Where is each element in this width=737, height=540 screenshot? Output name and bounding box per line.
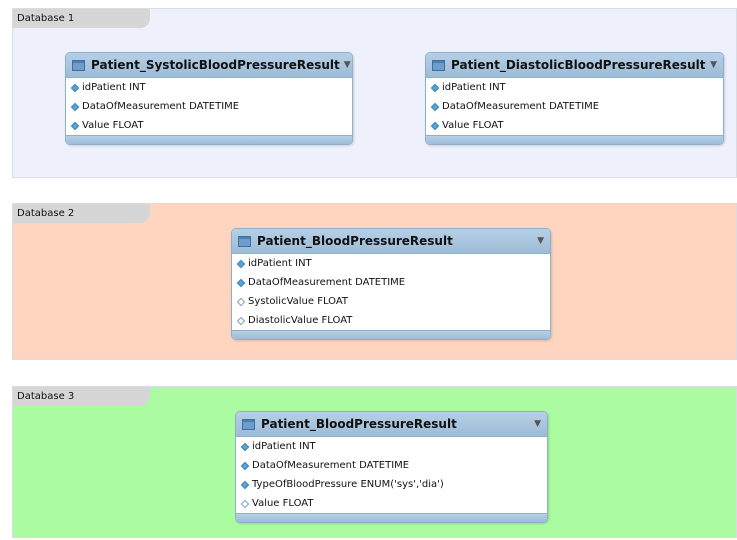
column-label: idPatient INT bbox=[252, 441, 316, 452]
column-label: TypeOfBloodPressure ENUM('sys','dia') bbox=[252, 479, 444, 490]
table-footer bbox=[236, 513, 547, 522]
collapse-arrow-icon[interactable]: ▼ bbox=[534, 419, 541, 429]
table-title: Patient_DiastolicBloodPressureResult bbox=[451, 58, 706, 72]
column-diamond-icon bbox=[240, 480, 250, 489]
column-row[interactable]: idPatient INT bbox=[232, 254, 550, 273]
table-footer bbox=[66, 135, 352, 144]
column-diamond-icon bbox=[430, 102, 440, 111]
layer-database-1: Database 1 Patient_SystolicBloodPressure… bbox=[12, 8, 737, 178]
collapse-arrow-icon[interactable]: ▼ bbox=[710, 60, 717, 70]
column-label: Value FLOAT bbox=[442, 120, 504, 131]
column-diamond-icon bbox=[240, 461, 250, 470]
table-header[interactable]: Patient_DiastolicBloodPressureResult ▼ bbox=[426, 53, 723, 78]
column-row[interactable]: DiastolicValue FLOAT bbox=[232, 311, 550, 330]
table-icon bbox=[242, 418, 255, 430]
table-patient-diastolic[interactable]: Patient_DiastolicBloodPressureResult ▼ i… bbox=[425, 52, 724, 145]
column-label: idPatient INT bbox=[82, 82, 146, 93]
column-diamond-icon bbox=[240, 499, 250, 508]
column-diamond-icon bbox=[236, 259, 246, 268]
column-row[interactable]: idPatient INT bbox=[426, 78, 723, 97]
column-diamond-icon bbox=[70, 102, 80, 111]
column-diamond-icon bbox=[236, 297, 246, 306]
table-patient-bloodpressure[interactable]: Patient_BloodPressureResult ▼ idPatient … bbox=[231, 228, 551, 340]
column-diamond-icon bbox=[70, 121, 80, 130]
layer-database-3: Database 3 Patient_BloodPressureResult ▼… bbox=[12, 386, 737, 538]
column-row[interactable]: SystolicValue FLOAT bbox=[232, 292, 550, 311]
collapse-arrow-icon[interactable]: ▼ bbox=[344, 60, 351, 70]
column-label: DataOfMeasurement DATETIME bbox=[252, 460, 410, 471]
column-row[interactable]: DataOfMeasurement DATETIME bbox=[426, 97, 723, 116]
column-label: SystolicValue FLOAT bbox=[248, 296, 349, 307]
column-row[interactable]: Value FLOAT bbox=[236, 494, 547, 513]
column-diamond-icon bbox=[430, 121, 440, 130]
column-row[interactable]: DataOfMeasurement DATETIME bbox=[66, 97, 352, 116]
table-header[interactable]: Patient_SystolicBloodPressureResult ▼ bbox=[66, 53, 352, 78]
layer-label: Database 2 bbox=[13, 204, 150, 223]
table-header[interactable]: Patient_BloodPressureResult ▼ bbox=[236, 412, 547, 437]
column-label: DataOfMeasurement DATETIME bbox=[82, 101, 240, 112]
column-diamond-icon bbox=[430, 83, 440, 92]
column-label: Value FLOAT bbox=[252, 498, 314, 509]
column-label: DiastolicValue FLOAT bbox=[248, 315, 353, 326]
table-patient-systolic[interactable]: Patient_SystolicBloodPressureResult ▼ id… bbox=[65, 52, 353, 145]
column-diamond-icon bbox=[240, 442, 250, 451]
column-row[interactable]: idPatient INT bbox=[236, 437, 547, 456]
table-icon bbox=[238, 235, 251, 247]
layer-database-2: Database 2 Patient_BloodPressureResult ▼… bbox=[12, 203, 737, 360]
table-title: Patient_SystolicBloodPressureResult bbox=[91, 58, 340, 72]
layer-label: Database 1 bbox=[13, 9, 150, 28]
table-patient-bloodpressure[interactable]: Patient_BloodPressureResult ▼ idPatient … bbox=[235, 411, 548, 523]
column-label: idPatient INT bbox=[442, 82, 506, 93]
column-row[interactable]: Value FLOAT bbox=[426, 116, 723, 135]
column-label: Value FLOAT bbox=[82, 120, 144, 131]
column-row[interactable]: TypeOfBloodPressure ENUM('sys','dia') bbox=[236, 475, 547, 494]
column-row[interactable]: Value FLOAT bbox=[66, 116, 352, 135]
table-title: Patient_BloodPressureResult bbox=[261, 417, 457, 431]
column-label: DataOfMeasurement DATETIME bbox=[442, 101, 600, 112]
table-footer bbox=[426, 135, 723, 144]
table-icon bbox=[432, 59, 445, 71]
table-header[interactable]: Patient_BloodPressureResult ▼ bbox=[232, 229, 550, 254]
column-label: idPatient INT bbox=[248, 258, 312, 269]
table-footer bbox=[232, 330, 550, 339]
column-row[interactable]: DataOfMeasurement DATETIME bbox=[236, 456, 547, 475]
column-label: DataOfMeasurement DATETIME bbox=[248, 277, 406, 288]
layer-label: Database 3 bbox=[13, 387, 150, 406]
column-row[interactable]: DataOfMeasurement DATETIME bbox=[232, 273, 550, 292]
collapse-arrow-icon[interactable]: ▼ bbox=[537, 236, 544, 246]
table-title: Patient_BloodPressureResult bbox=[257, 234, 453, 248]
column-diamond-icon bbox=[236, 278, 246, 287]
table-icon bbox=[72, 59, 85, 71]
column-diamond-icon bbox=[236, 316, 246, 325]
column-diamond-icon bbox=[70, 83, 80, 92]
column-row[interactable]: idPatient INT bbox=[66, 78, 352, 97]
